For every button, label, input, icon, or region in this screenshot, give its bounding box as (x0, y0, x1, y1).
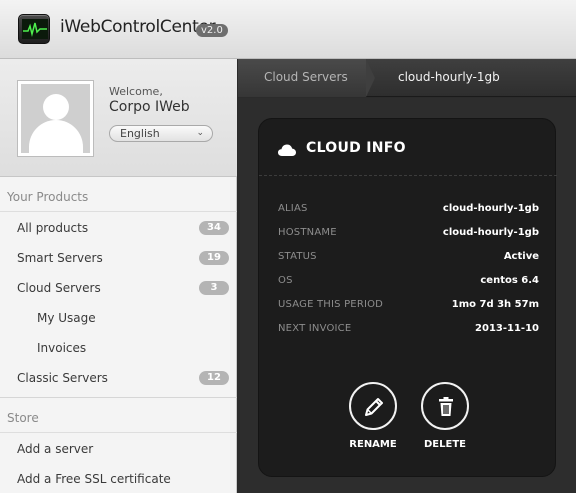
sidebar-item-label: Invoices (37, 341, 87, 355)
info-key: NEXT INVOICE (278, 323, 352, 334)
pencil-icon (365, 398, 383, 416)
sidebar-item-invoices[interactable]: Invoices (0, 333, 237, 363)
welcome-label: Welcome, (109, 85, 163, 98)
sidebar: Welcome, Corpo IWeb English ⌄ Your Produ… (0, 59, 237, 493)
version-badge: v2.0 (196, 24, 228, 37)
app-header: iWebControlCenter v2.0 (0, 0, 576, 59)
count-badge: 12 (199, 371, 229, 385)
info-value: 2013-11-10 (475, 323, 539, 334)
info-row-alias: ALIAS cloud-hourly-1gb (278, 203, 539, 223)
section-header-products: Your Products (0, 182, 237, 212)
delete-circle (421, 382, 469, 430)
breadcrumb-label: Cloud Servers (264, 70, 348, 84)
sidebar-item-my-usage[interactable]: My Usage (0, 303, 237, 333)
breadcrumb-separator (366, 59, 375, 97)
info-key: HOSTNAME (278, 227, 337, 238)
activity-monitor-icon (18, 14, 50, 44)
sidebar-item-label: Add a server (17, 442, 94, 456)
sidebar-divider (0, 397, 237, 398)
info-row-next-invoice: NEXT INVOICE 2013-11-10 (278, 323, 539, 343)
breadcrumb-current: cloud-hourly-1gb (398, 70, 500, 84)
info-row-os: OS centos 6.4 (278, 275, 539, 295)
delete-label: DELETE (424, 439, 466, 450)
rename-button[interactable]: RENAME (343, 382, 403, 452)
sidebar-item-classic-servers[interactable]: Classic Servers 12 (0, 363, 237, 393)
sidebar-item-label: Smart Servers (17, 251, 103, 265)
info-value: cloud-hourly-1gb (442, 227, 539, 238)
breadcrumb-cloud-servers[interactable]: Cloud Servers (238, 59, 366, 97)
info-row-usage: USAGE THIS PERIOD 1mo 7d 3h 57m (278, 299, 539, 319)
count-badge: 3 (199, 281, 229, 295)
user-name: Corpo IWeb (109, 99, 190, 115)
info-key: OS (278, 275, 293, 286)
card-title: CLOUD INFO (306, 140, 406, 156)
rename-label: RENAME (349, 439, 397, 450)
main-content: CLOUD INFO ALIAS cloud-hourly-1gb HOSTNA… (238, 98, 576, 493)
trash-icon (439, 397, 453, 416)
delete-button[interactable]: DELETE (415, 382, 475, 452)
info-key: USAGE THIS PERIOD (278, 299, 384, 310)
sidebar-item-label: Classic Servers (17, 371, 108, 385)
sidebar-item-cloud-servers[interactable]: Cloud Servers 3 (0, 273, 237, 303)
sidebar-item-all-products[interactable]: All products 34 (0, 213, 237, 243)
sidebar-item-label: All products (17, 221, 89, 235)
info-value: 1mo 7d 3h 57m (451, 299, 539, 310)
info-value: centos 6.4 (480, 275, 539, 286)
language-select[interactable]: English ⌄ (109, 125, 213, 142)
info-value: Active (503, 251, 539, 262)
info-row-hostname: HOSTNAME cloud-hourly-1gb (278, 227, 539, 247)
app-title: iWebControlCenter (60, 17, 216, 37)
cloud-icon (278, 141, 296, 160)
info-key: STATUS (278, 251, 317, 262)
info-row-status: STATUS Active (278, 251, 539, 271)
rename-circle (349, 382, 397, 430)
sidebar-item-add-ssl[interactable]: Add a Free SSL certificate (0, 464, 237, 493)
info-value: cloud-hourly-1gb (442, 203, 539, 214)
breadcrumb: Cloud Servers cloud-hourly-1gb (238, 59, 576, 97)
sidebar-item-label: Add a Free SSL certificate (17, 472, 171, 486)
sidebar-item-smart-servers[interactable]: Smart Servers 19 (0, 243, 237, 273)
section-header-store: Store (0, 403, 237, 433)
sidebar-item-label: Cloud Servers (17, 281, 101, 295)
count-badge: 34 (199, 221, 229, 235)
info-key: ALIAS (278, 203, 308, 214)
sidebar-item-label: My Usage (37, 311, 96, 325)
count-badge: 19 (199, 251, 229, 265)
card-divider (259, 175, 557, 176)
cloud-info-card: CLOUD INFO ALIAS cloud-hourly-1gb HOSTNA… (258, 118, 557, 477)
language-value: English (120, 127, 160, 140)
sidebar-item-add-server[interactable]: Add a server (0, 434, 237, 464)
avatar (17, 80, 94, 157)
profile-panel: Welcome, Corpo IWeb English ⌄ (0, 59, 237, 177)
chevron-down-icon: ⌄ (196, 128, 204, 138)
